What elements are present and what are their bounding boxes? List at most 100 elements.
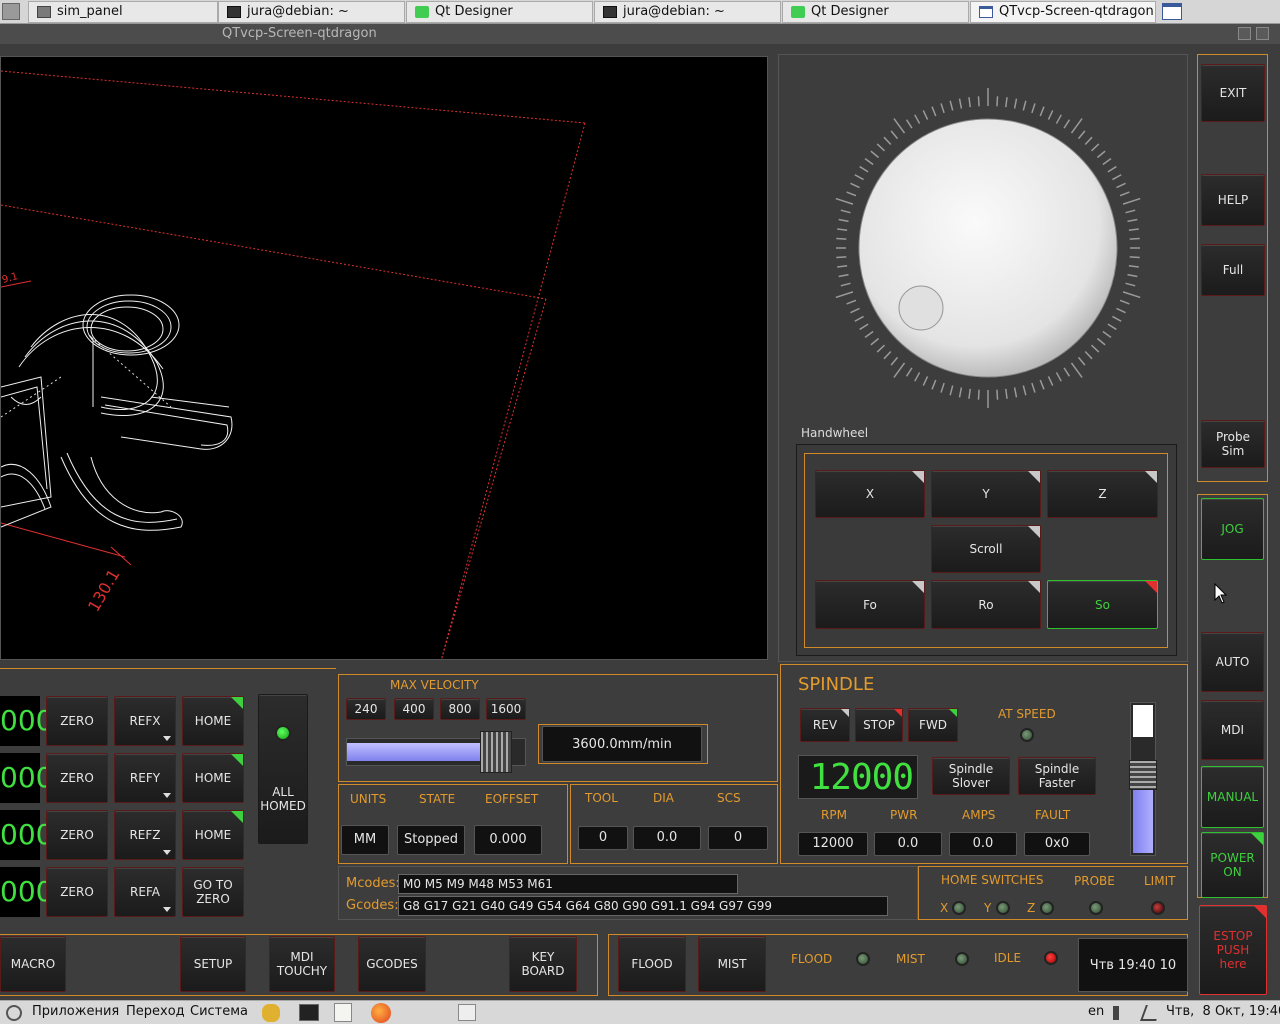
slider-top-cap [1133,705,1153,737]
system-datetime[interactable]: Чтв, 8 Окт, 19:40 [1166,1004,1280,1019]
zero-axis-button[interactable]: ZERO [46,810,108,860]
workspace-icon[interactable] [458,1004,476,1021]
home-axis-button[interactable]: HOME [182,810,244,860]
macro-button[interactable]: MACRO [0,936,66,992]
dial-tick [1116,182,1126,189]
show-desktop-icon[interactable] [1162,3,1182,20]
handwheel-axis-y[interactable]: Y [931,470,1041,518]
home-axis-button[interactable]: HOME [182,753,244,803]
handwheel-rapid-override[interactable]: Ro [931,580,1041,629]
task-tab-terminal-1[interactable]: jura@debian: ~ [218,1,405,23]
spindle-override-slider[interactable] [1129,702,1157,856]
dial-tick [1031,382,1036,393]
dial-tick [1125,282,1136,287]
task-tab-qt-designer-1[interactable]: Qt Designer [406,1,593,23]
taskbar-menu-icon[interactable] [2,3,20,20]
dial-tick [859,165,869,173]
spindle-faster-button[interactable]: Spindle Faster [1018,757,1096,795]
velocity-slider[interactable] [346,731,526,773]
spindle-slider-handle[interactable] [1129,760,1157,790]
handwheel-scroll[interactable]: Scroll [931,525,1041,573]
zero-axis-button[interactable]: ZERO [46,753,108,803]
dial-tick [1129,237,1140,240]
go-to-zero-button[interactable]: GO TO ZERO [182,867,244,917]
corner-indicator [1145,581,1157,593]
handwheel-axis-x[interactable]: X [815,470,925,518]
spindle-slower-button[interactable]: Spindle Slover [932,757,1010,795]
corner-indicator [894,709,902,717]
tool-value: 0 [578,826,628,850]
volume-icon[interactable] [1113,1006,1131,1020]
mdi-touchy-button[interactable]: MDI TOUCHY [269,936,335,992]
zero-axis-button[interactable]: ZERO [46,867,108,917]
zero-axis-button[interactable]: ZERO [46,696,108,746]
system-menu[interactable]: Система [190,1004,248,1019]
firefox-icon[interactable] [371,1003,391,1023]
dial-tick [1047,376,1054,386]
task-tab-qtdragon[interactable]: QTvcp-Screen-qtdragon [970,1,1156,23]
spindle-rev-button[interactable]: REV [800,708,850,742]
ref-axis-button[interactable]: REFY [114,753,176,803]
spindle-fwd-button[interactable]: FWD [908,708,958,742]
task-tab-sim-panel[interactable]: sim_panel [28,1,218,23]
close-icon[interactable] [1256,27,1269,40]
pwr-value: 0.0 [874,832,942,856]
keyboard-layout[interactable]: en [1088,1004,1104,1019]
estop-button[interactable]: ESTOP PUSH here [1199,905,1267,995]
velocity-preset-400[interactable]: 400 [394,698,434,720]
power-on-button[interactable]: POWER ON [1201,832,1264,898]
task-tab-terminal-2[interactable]: jura@debian: ~ [594,1,781,23]
full-button[interactable]: Full [1201,244,1265,296]
ref-axis-button[interactable]: REFA [114,867,176,917]
handwheel-spindle-override[interactable]: So [1047,580,1158,629]
minimize-icon[interactable] [1238,27,1251,40]
dial-tick [836,256,847,259]
probe-sim-button[interactable]: Probe Sim [1201,420,1265,468]
velocity-value: 3600.0mm/min [542,726,702,762]
dial-tick [1091,344,1100,353]
dial-tick [838,273,849,278]
mist-button[interactable]: MIST [698,936,766,992]
network-icon[interactable] [1140,1005,1162,1021]
velocity-preset-800[interactable]: 800 [440,698,480,720]
exit-button[interactable]: EXIT [1201,64,1265,122]
velocity-slider-handle[interactable] [480,731,513,773]
jog-mode-button[interactable]: JOG [1201,498,1264,560]
system-panel: Приложения Переход Система en Чтв, 8 Окт… [0,1000,1280,1024]
velocity-preset-240[interactable]: 240 [346,698,386,720]
linux-icon[interactable] [262,1004,280,1022]
gcode-preview[interactable]: 130.1 9.1 [0,56,768,660]
applications-menu[interactable]: Приложения [32,1004,119,1019]
dropdown-arrow-icon [163,850,171,855]
velocity-preset-1600[interactable]: 1600 [486,698,526,720]
handwheel-dial[interactable] [818,86,1158,416]
places-menu[interactable]: Переход [126,1004,185,1019]
manual-mode-button[interactable]: MANUAL [1201,766,1264,828]
terminal-launcher-icon[interactable] [299,1004,319,1021]
text-editor-icon[interactable] [334,1003,352,1022]
handwheel-feed-override[interactable]: Fo [815,580,925,629]
keyboard-button[interactable]: KEY BOARD [509,936,577,992]
setup-button[interactable]: SETUP [180,936,246,992]
dial-knob[interactable] [898,285,944,331]
probe-led [1089,901,1103,915]
handwheel-axis-z[interactable]: Z [1047,470,1158,518]
idle-led [1044,951,1058,965]
dial-tick [914,372,921,382]
task-tab-qt-designer-2[interactable]: Qt Designer [782,1,969,23]
all-homed-indicator: ALL HOMED [258,694,308,844]
dial-tick [838,218,849,223]
gcodes-button[interactable]: GCODES [358,936,426,992]
dial-tick [870,150,880,159]
home-axis-button[interactable]: HOME [182,696,244,746]
ref-axis-button[interactable]: REFX [114,696,176,746]
spindle-stop-button[interactable]: STOP [855,708,903,742]
debian-icon[interactable] [6,1005,22,1021]
ref-axis-button[interactable]: REFZ [114,810,176,860]
flood-button[interactable]: FLOOD [618,936,686,992]
mdi-mode-button[interactable]: MDI [1201,700,1264,760]
help-button[interactable]: HELP [1201,174,1265,226]
auto-mode-button[interactable]: AUTO [1201,632,1264,692]
y-switch-label: Y [984,901,992,915]
window-titlebar[interactable]: QTvcp-Screen-qtdragon [0,24,1280,44]
